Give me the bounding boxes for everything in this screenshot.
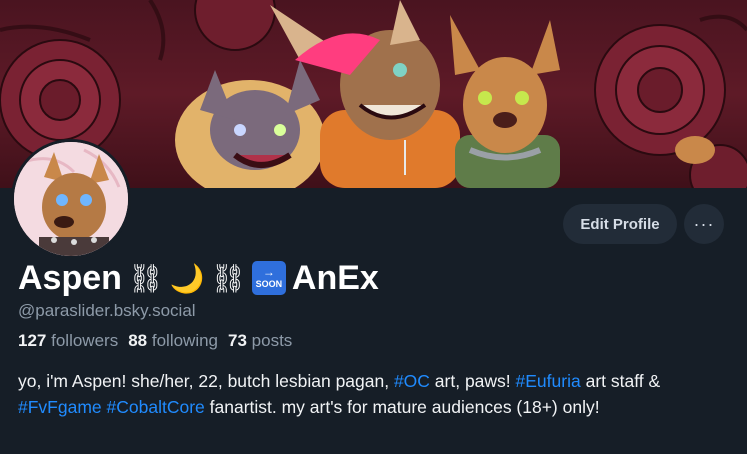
following-label: following — [151, 331, 219, 350]
hashtag-link-eufuria[interactable]: #Eufuria — [516, 371, 581, 391]
hashtag-link-cobaltcore[interactable]: #CobaltCore — [107, 397, 205, 417]
following-count: 88 — [128, 331, 148, 350]
hashtag-link-fvfgame[interactable]: #FvFgame — [18, 397, 102, 417]
profile-stats: 127 followers 88 following 73 posts — [18, 331, 292, 351]
bio-text: yo, i'm Aspen! she/her, 22, butch lesbia… — [18, 371, 394, 391]
followers-label: followers — [51, 331, 119, 350]
profile-bio: yo, i'm Aspen! she/her, 22, butch lesbia… — [18, 368, 718, 420]
posts-count: 73 — [228, 331, 247, 350]
bio-text: art staff & — [580, 371, 661, 391]
more-dots-icon: ··· — [693, 213, 715, 234]
display-name-main: Aspen — [18, 258, 122, 297]
hashtag-link-oc[interactable]: #OC — [394, 371, 430, 391]
avatar[interactable] — [11, 139, 131, 259]
more-options-button[interactable]: ··· — [684, 204, 724, 244]
following-link[interactable]: 88 following — [128, 331, 218, 351]
bio-text: art, paws! — [429, 371, 516, 391]
followers-link[interactable]: 127 followers — [18, 331, 118, 351]
bio-text: fanartist. my art's for mature audiences… — [204, 397, 600, 417]
crescent-moon-emoji-icon: 🌙 — [169, 262, 205, 294]
chain-emoji-icon: ⛓ — [210, 262, 246, 294]
soon-badge-text: SOON — [255, 279, 283, 289]
edit-profile-button[interactable]: Edit Profile — [563, 204, 677, 244]
soon-arrow-emoji-icon: → SOON — [251, 261, 286, 295]
chain-emoji-icon: ⛓ — [127, 262, 164, 294]
posts-stat: 73 posts — [228, 331, 292, 351]
profile-handle: @paraslider.bsky.social — [18, 301, 196, 320]
followers-count: 127 — [18, 331, 47, 350]
display-name-suffix: AnEx — [291, 258, 379, 297]
display-name: Aspen ⛓ 🌙 ⛓ → SOON AnEx — [18, 256, 379, 300]
posts-label: posts — [251, 331, 293, 350]
